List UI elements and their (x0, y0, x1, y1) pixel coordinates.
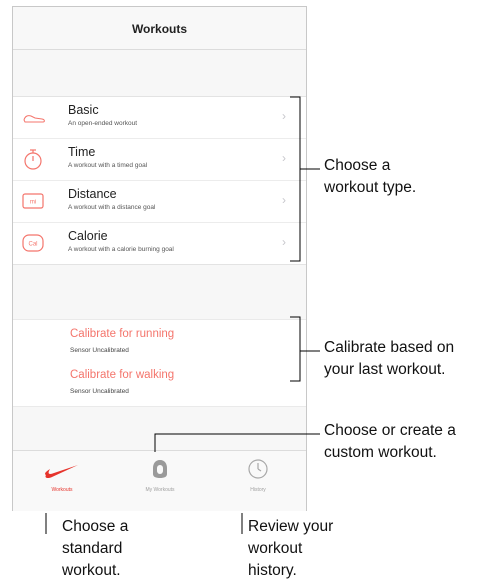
callout-line: history. (248, 562, 297, 579)
callout-history: Review your workout history. (248, 516, 333, 582)
callout-line: Choose a (62, 518, 129, 535)
callout-line: your last workout. (324, 361, 446, 378)
callout-lines (45, 96, 320, 534)
callout-line: Calibrate based on (324, 339, 455, 356)
callout-line: Review your (248, 518, 334, 535)
callout-line: workout (248, 540, 303, 557)
callout-calibrate: Calibrate based on your last workout. (324, 337, 454, 381)
callout-workout-type: Choose a workout type. (324, 155, 416, 199)
callout-line: workout. (62, 562, 121, 579)
callout-standard: Choose a standard workout. (62, 516, 128, 582)
callout-custom: Choose or create a custom workout. (324, 420, 456, 464)
callout-line: Choose a (324, 157, 391, 174)
callout-line: Choose or create a (324, 422, 456, 439)
callout-line: standard (62, 540, 123, 557)
callout-line: workout type. (324, 179, 417, 196)
callout-line: custom workout. (324, 444, 437, 461)
